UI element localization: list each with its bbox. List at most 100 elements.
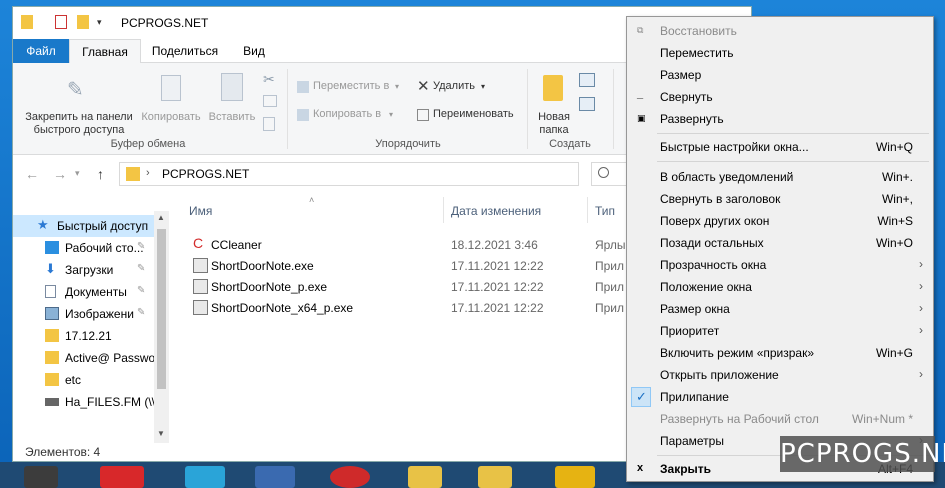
menu-item-maximize-to-desktop[interactable]: Развернуть на Рабочий стол Win+Num * xyxy=(627,408,933,430)
menu-item-snap[interactable]: ✓ Прилипание xyxy=(627,386,933,408)
menu-item-label: Свернуть xyxy=(660,90,713,104)
sort-ascending-icon: ˄ xyxy=(309,195,315,205)
folder-icon xyxy=(543,75,563,101)
sidebar-item-folder[interactable]: 17.12.21 xyxy=(13,325,155,347)
menu-item-minimize[interactable]: _ Свернуть xyxy=(627,86,933,108)
menu-item-shortcut: Win+S xyxy=(877,214,913,228)
search-input[interactable] xyxy=(591,162,631,186)
ribbon-separator xyxy=(613,69,614,149)
taskbar-app-icon[interactable] xyxy=(478,466,512,488)
menu-item-roll-up[interactable]: Свернуть в заголовок Win+, xyxy=(627,188,933,210)
tab-share[interactable]: Поделиться xyxy=(141,39,229,63)
address-bar[interactable]: › PCPROGS.NET ▾ ↻ xyxy=(119,162,671,186)
chevron-right-icon: › xyxy=(919,279,923,293)
menu-item-window-position[interactable]: Положение окна › xyxy=(627,276,933,298)
back-arrow-icon[interactable]: ← xyxy=(25,166,39,182)
up-arrow-icon[interactable]: ↑ xyxy=(97,166,104,182)
menu-item-size[interactable]: Размер xyxy=(627,64,933,86)
sidebar-item-label: 17.12.21 xyxy=(65,329,112,343)
chevron-down-icon: ▾ xyxy=(481,82,486,91)
tab-home[interactable]: Главная xyxy=(69,39,141,63)
copy-icon xyxy=(161,75,181,101)
file-type: Ярлы xyxy=(595,238,626,252)
window-context-menu: ⧉ Восстановить Переместить Размер _ Свер… xyxy=(626,16,934,482)
sidebar-item-label: Загрузки xyxy=(65,263,114,277)
sidebar-scrollbar[interactable]: ▲ ▼ xyxy=(154,211,169,443)
file-date: 17.11.2021 12:22 xyxy=(451,280,544,294)
chevron-right-icon: › xyxy=(919,257,923,271)
file-type: Прил xyxy=(595,259,625,273)
chevron-right-icon: › xyxy=(919,323,923,337)
copy-path-icon[interactable] xyxy=(263,95,277,107)
menu-item-to-tray[interactable]: В область уведомлений Win+. xyxy=(627,166,933,188)
menu-item-label: Развернуть на Рабочий стол xyxy=(660,412,819,426)
menu-item-priority[interactable]: Приоритет › xyxy=(627,320,933,342)
sidebar-item-documents[interactable]: Документы ✎ xyxy=(13,281,155,303)
taskbar-app-icon[interactable] xyxy=(330,466,370,488)
menu-item-send-to-back[interactable]: Позади остальных Win+O xyxy=(627,232,933,254)
new-folder-icon[interactable] xyxy=(77,15,89,29)
menu-item-label: В область уведомлений xyxy=(660,170,794,184)
menu-item-maximize[interactable]: ▣ Развернуть xyxy=(627,108,933,130)
menu-item-ghost-mode[interactable]: Включить режим «призрак» Win+G xyxy=(627,342,933,364)
chevron-down-icon: ▾ xyxy=(395,82,400,91)
scrollbar-thumb[interactable] xyxy=(157,229,166,389)
taskbar-app-icon[interactable] xyxy=(408,466,442,488)
new-item-icon[interactable] xyxy=(579,73,595,87)
desktop-icon xyxy=(45,241,59,254)
paste-label: Вставить xyxy=(208,111,256,123)
pin-icon: ✎ xyxy=(137,263,146,274)
sidebar-item-desktop[interactable]: Рабочий сто... ✎ xyxy=(13,237,155,259)
customize-toolbar-icon[interactable]: ▾ xyxy=(97,17,102,33)
taskbar-app-icon[interactable] xyxy=(255,466,295,488)
ribbon-separator xyxy=(287,69,288,149)
column-divider[interactable] xyxy=(443,197,444,223)
ribbon-separator xyxy=(527,69,528,149)
pin-label-line-1: Закрепить на панели xyxy=(25,111,133,123)
status-bar-count: Элементов: 4 xyxy=(25,445,101,459)
copy-to-icon xyxy=(297,109,309,121)
column-divider[interactable] xyxy=(587,197,588,223)
menu-item-quick-settings[interactable]: Быстрые настройки окна... Win+Q xyxy=(627,136,933,158)
menu-item-move[interactable]: Переместить xyxy=(627,42,933,64)
chevron-down-icon: ▾ xyxy=(389,110,394,119)
sidebar-item-network-drive[interactable]: Ha_FILES.FM (\\ xyxy=(13,391,155,413)
menu-item-window-size[interactable]: Размер окна › xyxy=(627,298,933,320)
menu-item-restore[interactable]: ⧉ Восстановить xyxy=(627,20,933,42)
taskbar-app-icon[interactable] xyxy=(555,466,595,488)
checkmark-icon: ✓ xyxy=(636,389,647,404)
sidebar-item-downloads[interactable]: ⬇ Загрузки ✎ xyxy=(13,259,155,281)
move-to-label: Переместить в xyxy=(313,80,390,92)
new-folder-label-line-2: папка xyxy=(539,124,569,136)
column-header-date[interactable]: Дата изменения xyxy=(451,204,541,218)
cut-icon[interactable]: ✂ xyxy=(263,71,275,88)
taskbar-app-icon[interactable] xyxy=(24,466,58,488)
scroll-up-icon[interactable]: ▲ xyxy=(157,213,165,222)
pin-label-line-2: быстрого доступа xyxy=(33,124,125,136)
menu-item-label: Приоритет xyxy=(660,324,720,338)
menu-item-always-on-top[interactable]: Поверх других окон Win+S xyxy=(627,210,933,232)
recent-chevron-icon[interactable]: ▾ xyxy=(75,168,80,179)
sidebar-item-folder[interactable]: Active@ Passwo xyxy=(13,347,155,369)
menu-item-open-app[interactable]: Открыть приложение › xyxy=(627,364,933,386)
tab-file[interactable]: Файл xyxy=(13,39,69,63)
taskbar-app-icon[interactable] xyxy=(100,466,144,488)
scroll-down-icon[interactable]: ▼ xyxy=(157,429,165,438)
address-path: PCPROGS.NET xyxy=(162,167,250,181)
forward-arrow-icon[interactable]: → xyxy=(53,166,67,182)
easy-access-icon[interactable] xyxy=(579,97,595,111)
sidebar-item-pictures[interactable]: Изображени ✎ xyxy=(13,303,155,325)
menu-item-transparency[interactable]: Прозрачность окна › xyxy=(627,254,933,276)
taskbar-app-icon[interactable] xyxy=(185,466,225,488)
tab-view[interactable]: Вид xyxy=(229,39,279,63)
column-header-type[interactable]: Тип xyxy=(595,204,615,218)
paste-shortcut-icon[interactable] xyxy=(263,117,275,131)
sidebar-item-folder[interactable]: etc xyxy=(13,369,155,391)
minimize-icon: _ xyxy=(637,88,644,100)
properties-icon[interactable] xyxy=(55,15,67,29)
maximize-icon: ▣ xyxy=(637,113,646,123)
delete-label: Удалить xyxy=(433,80,475,92)
exe-icon xyxy=(193,279,208,294)
column-header-name[interactable]: Имя xyxy=(189,204,212,218)
sidebar-item-quick-access[interactable]: ★ Быстрый доступ xyxy=(13,215,155,237)
